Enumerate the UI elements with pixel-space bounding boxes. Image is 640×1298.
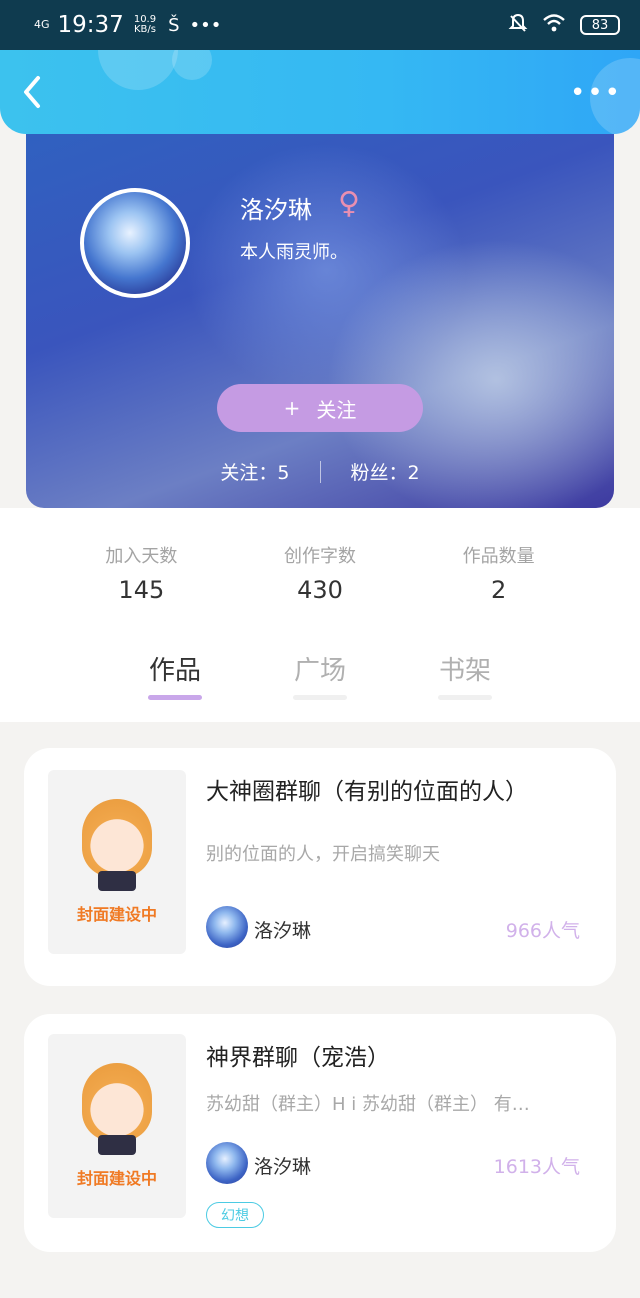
tab-works[interactable]: 作品 <box>146 650 204 700</box>
network-speed-unit: KB/s <box>133 24 156 35</box>
stat-value: 2 <box>491 576 507 604</box>
work-title: 神界群聊（宠浩） <box>206 1045 390 1071</box>
follow-button[interactable]: + 关注 <box>217 384 423 432</box>
cover-placeholder-image <box>82 1063 152 1155</box>
stat-work-count: 作品数量 2 <box>419 508 579 632</box>
tab-indicator <box>438 695 492 700</box>
battery-indicator: 83 <box>580 15 620 35</box>
profile-bio: 本人雨灵师。 <box>240 242 348 263</box>
stats-card: 加入天数 145 创作字数 430 作品数量 2 <box>52 508 588 632</box>
follow-stats: 关注：5 粉丝：2 <box>26 458 614 485</box>
work-cover[interactable]: 封面建设中 <box>48 1034 186 1218</box>
genre-tag[interactable]: 幻想 <box>206 1202 264 1228</box>
signal-indicator: 4G <box>34 18 50 31</box>
work-title: 大神圈群聊（有别的位面的人） <box>206 779 528 805</box>
author-name: 洛汐琳 <box>254 920 312 942</box>
app-header: ••• <box>0 50 640 134</box>
cover-text: 封面建设中 <box>76 905 157 924</box>
back-button[interactable] <box>18 72 58 112</box>
avatar[interactable] <box>80 188 190 298</box>
status-bar: 4G 19:37 10.9 KB/s Š ••• 83 <box>0 0 640 50</box>
work-description: 苏幼甜（群主）H i 苏幼甜（群主） 有… <box>206 1094 530 1115</box>
work-card[interactable]: 封面建设中 神界群聊（宠浩） 苏幼甜（群主）H i 苏幼甜（群主） 有… 洛汐琳… <box>24 1014 616 1252</box>
chevron-left-icon <box>18 76 48 121</box>
tab-indicator <box>148 695 202 700</box>
work-cover[interactable]: 封面建设中 <box>48 770 186 954</box>
stat-label: 创作字数 <box>283 546 356 567</box>
notification-icon: Š <box>168 14 180 36</box>
female-icon: ♀ <box>338 186 360 221</box>
mute-icon <box>508 13 528 38</box>
cover-text: 封面建设中 <box>76 1169 157 1188</box>
decor-bubble <box>172 50 212 80</box>
author-avatar <box>206 906 248 948</box>
clock: 19:37 <box>57 12 124 38</box>
author-avatar <box>206 1142 248 1184</box>
divider <box>319 460 321 483</box>
popularity-count: 1613人气 <box>493 1156 580 1178</box>
profile-name: 洛汐琳 <box>240 196 312 224</box>
work-description: 别的位面的人，开启搞笑聊天 <box>206 844 440 865</box>
more-dots-icon: ••• <box>569 78 622 108</box>
tab-label: 书架 <box>438 656 491 686</box>
tab-label: 广场 <box>293 656 346 686</box>
plus-icon: + <box>283 396 301 420</box>
work-card[interactable]: 封面建设中 大神圈群聊（有别的位面的人） 别的位面的人，开启搞笑聊天 洛汐琳 9… <box>24 748 616 986</box>
popularity-count: 966人气 <box>505 920 580 942</box>
stat-word-count: 创作字数 430 <box>240 508 400 632</box>
followers-count[interactable]: 粉丝：2 <box>351 458 420 485</box>
more-button[interactable]: ••• <box>570 78 622 108</box>
stat-label: 加入天数 <box>105 546 178 567</box>
stat-value: 430 <box>297 576 343 604</box>
profile-card: 洛汐琳 ♀ 本人雨灵师。 + 关注 关注：5 粉丝：2 <box>26 110 614 508</box>
following-count[interactable]: 关注：5 <box>220 458 289 485</box>
network-speed: 10.9 KB/s <box>134 15 156 35</box>
tab-bookshelf[interactable]: 书架 <box>436 650 494 700</box>
stat-label: 作品数量 <box>462 546 535 567</box>
tab-square[interactable]: 广场 <box>291 650 349 700</box>
author-name: 洛汐琳 <box>254 1156 312 1178</box>
tab-label: 作品 <box>148 656 201 686</box>
cover-placeholder-image <box>82 799 152 891</box>
more-notifications-icon: ••• <box>189 14 222 36</box>
decor-bubble <box>98 50 178 90</box>
stat-value: 145 <box>118 576 165 604</box>
tab-indicator <box>293 695 347 700</box>
follow-button-label: 关注 <box>316 397 357 422</box>
stat-join-days: 加入天数 145 <box>61 508 221 632</box>
wifi-icon <box>542 13 566 38</box>
